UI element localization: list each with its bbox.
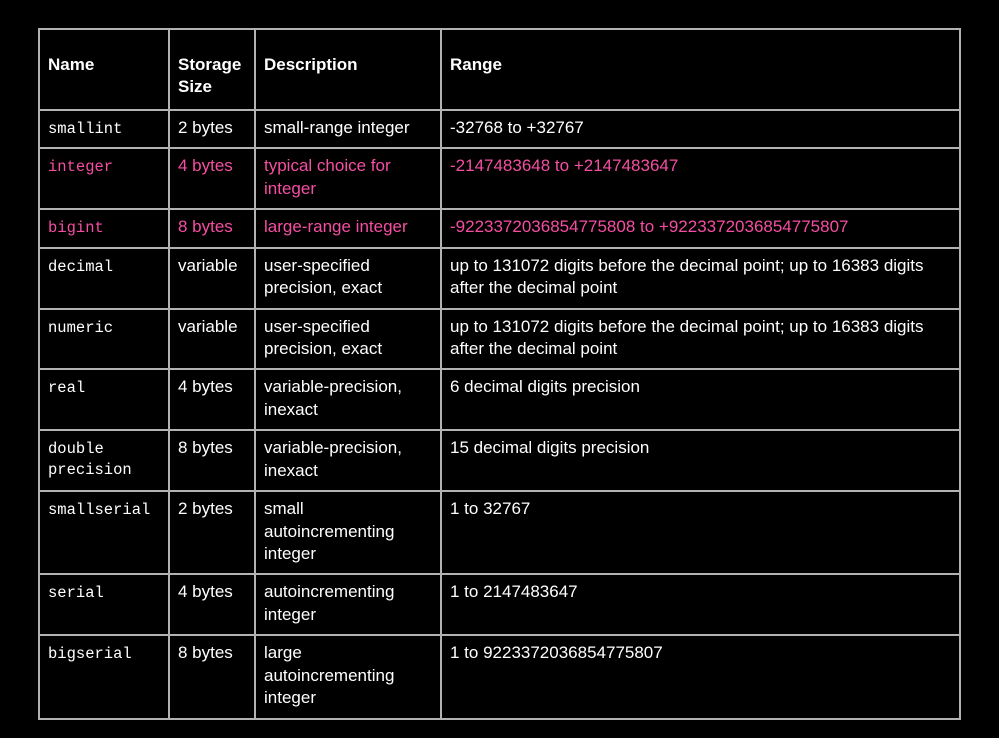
table-row: real4 bytesvariable-precision, inexact6 … bbox=[39, 369, 960, 430]
type-name-cell: decimal bbox=[39, 248, 169, 309]
description-cell: variable-precision, inexact bbox=[255, 430, 441, 491]
storage-size-cell: variable bbox=[169, 309, 255, 370]
description-cell: variable-precision, inexact bbox=[255, 369, 441, 430]
table-row: bigint8 byteslarge-range integer-9223372… bbox=[39, 209, 960, 247]
type-name-cell: smallint bbox=[39, 110, 169, 148]
col-header-range: Range bbox=[441, 29, 960, 110]
col-header-desc: Description bbox=[255, 29, 441, 110]
description-cell: large-range integer bbox=[255, 209, 441, 247]
description-cell: autoincrementing integer bbox=[255, 574, 441, 635]
table-row: smallserial2 bytessmall autoincrementing… bbox=[39, 491, 960, 574]
type-name-cell: real bbox=[39, 369, 169, 430]
type-name-cell: bigserial bbox=[39, 635, 169, 718]
description-cell: small-range integer bbox=[255, 110, 441, 148]
col-header-name: Name bbox=[39, 29, 169, 110]
range-cell: -9223372036854775808 to +922337203685477… bbox=[441, 209, 960, 247]
type-name-cell: smallserial bbox=[39, 491, 169, 574]
description-cell: large autoincrementing integer bbox=[255, 635, 441, 718]
range-cell: 1 to 2147483647 bbox=[441, 574, 960, 635]
table-row: serial4 bytesautoincrementing integer1 t… bbox=[39, 574, 960, 635]
col-header-size: Storage Size bbox=[169, 29, 255, 110]
description-cell: user-specified precision, exact bbox=[255, 248, 441, 309]
type-name-cell: bigint bbox=[39, 209, 169, 247]
description-cell: user-specified precision, exact bbox=[255, 309, 441, 370]
table-row: numericvariableuser-specified precision,… bbox=[39, 309, 960, 370]
range-cell: 1 to 9223372036854775807 bbox=[441, 635, 960, 718]
description-cell: typical choice for integer bbox=[255, 148, 441, 209]
type-name-cell: integer bbox=[39, 148, 169, 209]
storage-size-cell: 4 bytes bbox=[169, 369, 255, 430]
storage-size-cell: 4 bytes bbox=[169, 148, 255, 209]
storage-size-cell: 8 bytes bbox=[169, 430, 255, 491]
range-cell: up to 131072 digits before the decimal p… bbox=[441, 248, 960, 309]
storage-size-cell: 2 bytes bbox=[169, 491, 255, 574]
table-row: decimalvariableuser-specified precision,… bbox=[39, 248, 960, 309]
range-cell: up to 131072 digits before the decimal p… bbox=[441, 309, 960, 370]
range-cell: 1 to 32767 bbox=[441, 491, 960, 574]
table-header-row: Name Storage Size Description Range bbox=[39, 29, 960, 110]
type-name-cell: double precision bbox=[39, 430, 169, 491]
range-cell: -32768 to +32767 bbox=[441, 110, 960, 148]
storage-size-cell: 8 bytes bbox=[169, 209, 255, 247]
storage-size-cell: 2 bytes bbox=[169, 110, 255, 148]
storage-size-cell: 8 bytes bbox=[169, 635, 255, 718]
range-cell: -2147483648 to +2147483647 bbox=[441, 148, 960, 209]
table-row: integer4 bytestypical choice for integer… bbox=[39, 148, 960, 209]
range-cell: 15 decimal digits precision bbox=[441, 430, 960, 491]
numeric-types-table: Name Storage Size Description Range smal… bbox=[38, 28, 961, 720]
range-cell: 6 decimal digits precision bbox=[441, 369, 960, 430]
type-name-cell: serial bbox=[39, 574, 169, 635]
table-row: smallint2 bytessmall-range integer-32768… bbox=[39, 110, 960, 148]
table-row: double precision8 bytesvariable-precisio… bbox=[39, 430, 960, 491]
storage-size-cell: 4 bytes bbox=[169, 574, 255, 635]
storage-size-cell: variable bbox=[169, 248, 255, 309]
table-row: bigserial8 byteslarge autoincrementing i… bbox=[39, 635, 960, 718]
type-name-cell: numeric bbox=[39, 309, 169, 370]
description-cell: small autoincrementing integer bbox=[255, 491, 441, 574]
